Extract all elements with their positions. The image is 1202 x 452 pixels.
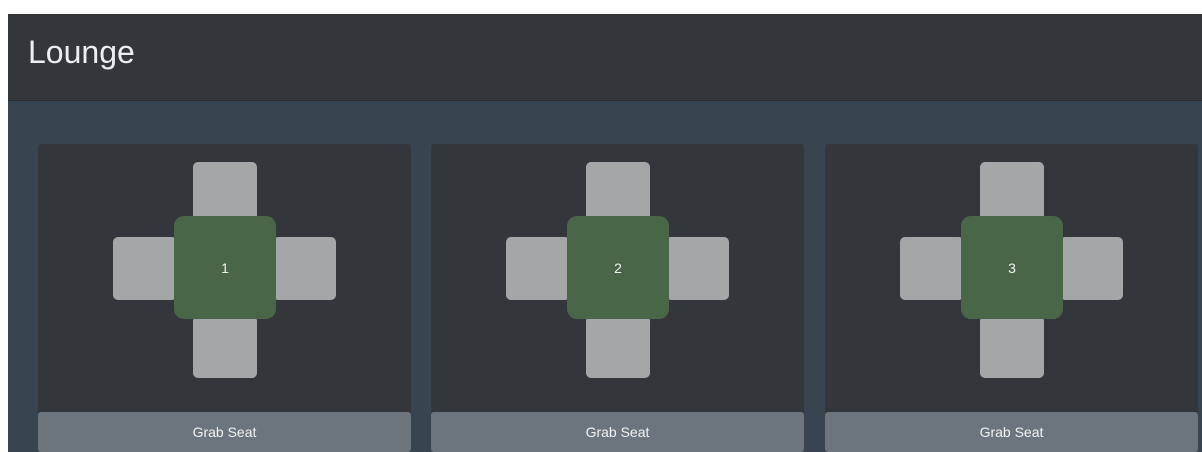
table-card-1: 1 Grab Seat: [38, 144, 411, 452]
grab-seat-button[interactable]: Grab Seat: [431, 412, 804, 452]
seat-bottom[interactable]: [980, 316, 1044, 378]
seat-left[interactable]: [900, 237, 964, 300]
seat-left[interactable]: [506, 237, 570, 300]
grab-seat-button[interactable]: Grab Seat: [825, 412, 1198, 452]
table-number: 1: [174, 216, 276, 319]
page-title: Lounge: [28, 34, 135, 70]
table-card-2: 2 Grab Seat: [431, 144, 804, 452]
seat-left[interactable]: [113, 237, 177, 300]
lounge-view: Lounge 1 Grab Seat 2 Grab Seat 3 Grab Se…: [8, 14, 1202, 452]
table-number: 3: [961, 216, 1063, 319]
header-bar: Lounge: [8, 14, 1202, 101]
grab-seat-button[interactable]: Grab Seat: [38, 412, 411, 452]
table-number: 2: [567, 216, 669, 319]
seat-right[interactable]: [666, 237, 729, 300]
table-card-3: 3 Grab Seat: [825, 144, 1198, 452]
seat-top[interactable]: [193, 162, 257, 222]
seat-right[interactable]: [1060, 237, 1123, 300]
seat-right[interactable]: [273, 237, 336, 300]
seat-bottom[interactable]: [193, 316, 257, 378]
seat-top[interactable]: [980, 162, 1044, 222]
seat-top[interactable]: [586, 162, 650, 222]
seat-bottom[interactable]: [586, 316, 650, 378]
